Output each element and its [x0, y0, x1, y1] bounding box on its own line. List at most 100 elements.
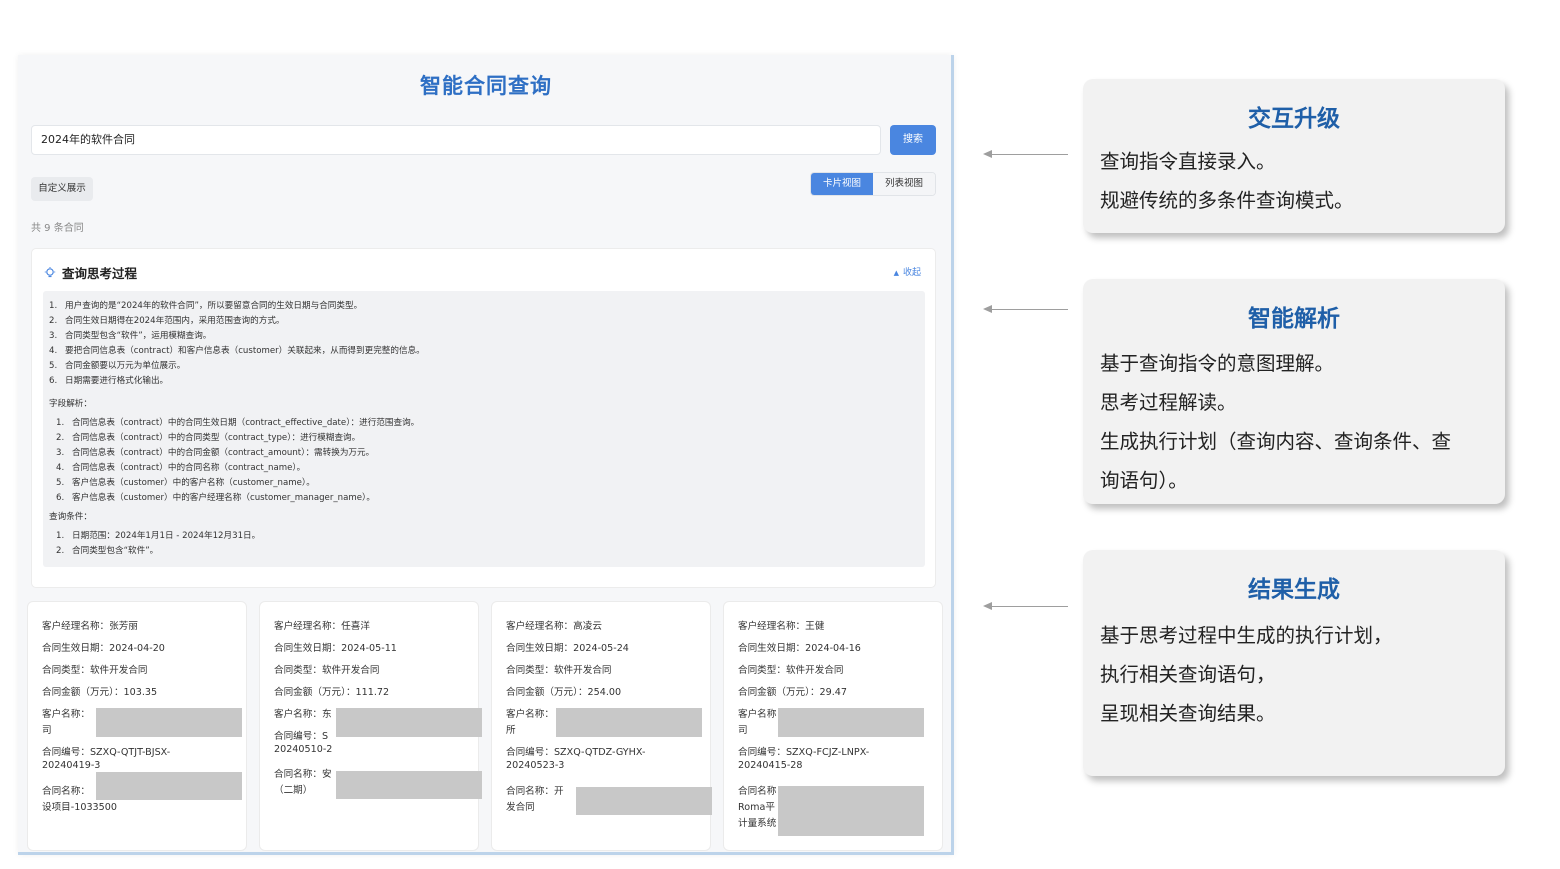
card-contract-no-2: 20240415-28 [738, 760, 803, 771]
panel-line: 生成执行计划（查询内容、查询条件、查 [1100, 430, 1452, 453]
card-type: 合同类型：软件开发合同 [738, 665, 844, 676]
card-customer-tail: 司 [738, 725, 748, 736]
field-item: 5. 客户信息表（customer）中的客户名称（customer_name）。 [56, 478, 315, 488]
card-customer-label: 客户名称： [506, 709, 554, 720]
panel-title: 智能解析 [1248, 306, 1340, 332]
redacted-block [778, 708, 924, 737]
fields-title: 字段解析： [49, 399, 92, 409]
contract-card[interactable]: 客户经理名称：高凌云 合同生效日期：2024-05-24 合同类型：软件开发合同… [491, 601, 712, 851]
contract-card[interactable]: 客户经理名称：张芳丽 合同生效日期：2024-04-20 合同类型：软件开发合同… [27, 601, 247, 851]
card-contract-no-2: 20240419-3 [42, 760, 101, 771]
view-toggle: 卡片视图 列表视图 [810, 172, 936, 196]
panel-line: 基于思考过程中生成的执行计划， [1100, 624, 1393, 647]
conditions-title: 查询条件： [49, 512, 92, 522]
card-amount: 合同金额（万元）：103.35 [42, 687, 158, 698]
arrow-left-icon [983, 602, 1068, 612]
card-contract-name: 合同名称 [738, 786, 777, 797]
redacted-block [336, 708, 482, 737]
card-manager: 客户经理名称：高凌云 [506, 621, 602, 632]
list-view-tab[interactable]: 列表视图 [873, 173, 935, 195]
panel-title: 交互升级 [1248, 106, 1340, 132]
custom-display-button[interactable]: 自定义展示 [31, 177, 93, 201]
redacted-block [576, 787, 712, 815]
condition-item: 2. 合同类型包含“软件”。 [56, 546, 159, 556]
card-manager: 客户经理名称：张芳丽 [42, 621, 138, 632]
thinking-content: 1. 用户查询的是“2024年的软件合同”，所以要留意合同的生效日期与合同类型。 … [43, 291, 925, 567]
panel-line: 基于查询指令的意图理解。 [1100, 352, 1335, 375]
redacted-block [336, 771, 482, 799]
card-contract-name-2: Roma平 [738, 802, 775, 813]
condition-list: 1. 日期范围：2024年1月1日 - 2024年12月31日。 2. 合同类型包含… [49, 529, 919, 559]
thinking-header: 查询思考过程 [44, 263, 137, 282]
card-amount: 合同金额（万元）：111.72 [274, 687, 390, 698]
field-item: 4. 合同信息表（contract）中的合同名称（contract_name）。 [56, 463, 306, 473]
card-date: 合同生效日期：2024-05-11 [274, 643, 397, 654]
panel-interaction-upgrade: 交互升级 查询指令直接录入。 规避传统的多条件查询模式。 [1083, 79, 1505, 233]
card-manager: 客户经理名称：王健 [738, 621, 825, 632]
card-type: 合同类型：软件开发合同 [42, 665, 148, 676]
panel-title: 结果生成 [1248, 577, 1340, 603]
search-button[interactable]: 搜索 [890, 125, 936, 155]
condition-item: 1. 日期范围：2024年1月1日 - 2024年12月31日。 [56, 531, 261, 541]
card-contract-name: 合同名称：安 [274, 769, 332, 780]
panel-line: 呈现相关查询结果。 [1100, 702, 1276, 725]
step-item: 3. 合同类型包含“软件”，运用模糊查询。 [49, 331, 212, 341]
card-contract-name-2: （二期） [274, 785, 313, 796]
card-contract-name-2: 发合同 [506, 802, 535, 813]
thinking-panel: 查询思考过程 ▲ 收起 1. 用户查询的是“2024年的软件合同”，所以要留意合同的… [31, 248, 936, 588]
card-customer-label: 客户名称： [42, 709, 90, 720]
contract-card[interactable]: 客户经理名称：王健 合同生效日期：2024-04-16 合同类型：软件开发合同 … [723, 601, 943, 851]
card-date: 合同生效日期：2024-04-16 [738, 643, 861, 654]
thinking-title: 查询思考过程 [62, 266, 138, 281]
caret-up-icon: ▲ [893, 269, 899, 277]
card-contract-no-2: 20240523-3 [506, 760, 565, 771]
card-view-tab[interactable]: 卡片视图 [811, 173, 873, 195]
arrow-left-icon [983, 305, 1068, 315]
field-item: 1. 合同信息表（contract）中的合同生效日期（contract_effec… [56, 418, 420, 428]
card-customer-tail: 所 [506, 725, 516, 736]
step-item: 6. 日期需要进行格式化输出。 [49, 376, 169, 386]
page-title: 智能合同查询 [420, 74, 552, 98]
card-type: 合同类型：软件开发合同 [506, 665, 612, 676]
redacted-block [778, 786, 924, 836]
card-contract-name-3: 计量系统 [738, 818, 777, 829]
step-item: 5. 合同金额要以万元为单位展示。 [49, 361, 186, 371]
card-customer-label: 客户名称：东 [274, 709, 332, 720]
card-customer-tail: 司 [42, 725, 52, 736]
field-list: 1. 合同信息表（contract）中的合同生效日期（contract_effec… [49, 416, 919, 506]
search-input[interactable]: 2024年的软件合同 [31, 125, 881, 155]
card-contract-no: 合同编号：SZXQ-QTDZ-GYHX- [506, 747, 646, 758]
card-contract-no: 合同编号：SZXQ-QTJT-BJSX- [42, 747, 171, 758]
panel-line: 查询指令直接录入。 [1100, 150, 1276, 173]
card-contract-name-2: 设项目-1033500 [42, 802, 117, 813]
step-item: 1. 用户查询的是“2024年的软件合同”，所以要留意合同的生效日期与合同类型。 [49, 301, 363, 311]
contract-query-app: 智能合同查询 2024年的软件合同 搜索 自定义展示 卡片视图 列表视图 共 9… [18, 55, 954, 855]
card-date: 合同生效日期：2024-05-24 [506, 643, 629, 654]
contract-card[interactable]: 客户经理名称：任喜洋 合同生效日期：2024-05-11 合同类型：软件开发合同… [259, 601, 482, 851]
panel-smart-parsing: 智能解析 基于查询指令的意图理解。 思考过程解读。 生成执行计划（查询内容、查询… [1083, 279, 1505, 504]
card-amount: 合同金额（万元）：254.00 [506, 687, 622, 698]
panel-line: 执行相关查询语句， [1100, 663, 1276, 686]
card-contract-name: 合同名称：开 [506, 786, 564, 797]
panel-line: 询语句）。 [1100, 469, 1188, 492]
thinking-steps: 1. 用户查询的是“2024年的软件合同”，所以要留意合同的生效日期与合同类型。 … [49, 299, 919, 389]
card-contract-no: 合同编号：S [274, 731, 329, 742]
lightbulb-icon [44, 266, 56, 277]
collapse-label: 收起 [902, 268, 921, 278]
collapse-button[interactable]: ▲ 收起 [894, 265, 921, 278]
card-contract-no-2: 20240510-2 [274, 744, 333, 755]
panel-line: 规避传统的多条件查询模式。 [1100, 189, 1354, 212]
card-contract-name: 合同名称： [42, 786, 90, 797]
card-type: 合同类型：软件开发合同 [274, 665, 380, 676]
card-amount: 合同金额（万元）：29.47 [738, 687, 848, 698]
field-item: 2. 合同信息表（contract）中的合同类型（contract_type）：进… [56, 433, 361, 443]
step-item: 4. 要把合同信息表（contract）和客户信息表（customer）关联起来，… [49, 346, 425, 356]
card-customer-label: 客户名称 [738, 709, 777, 720]
step-item: 2. 合同生效日期得在2024年范围内，采用范围查询的方式。 [49, 316, 285, 326]
field-item: 6. 客户信息表（customer）中的客户经理名称（customer_manag… [56, 493, 375, 503]
card-date: 合同生效日期：2024-04-20 [42, 643, 165, 654]
redacted-block [96, 708, 242, 737]
field-item: 3. 合同信息表（contract）中的合同金额（contract_amount）… [56, 448, 375, 458]
panel-result-generation: 结果生成 基于思考过程中生成的执行计划， 执行相关查询语句， 呈现相关查询结果。 [1083, 550, 1505, 776]
card-manager: 客户经理名称：任喜洋 [274, 621, 370, 632]
